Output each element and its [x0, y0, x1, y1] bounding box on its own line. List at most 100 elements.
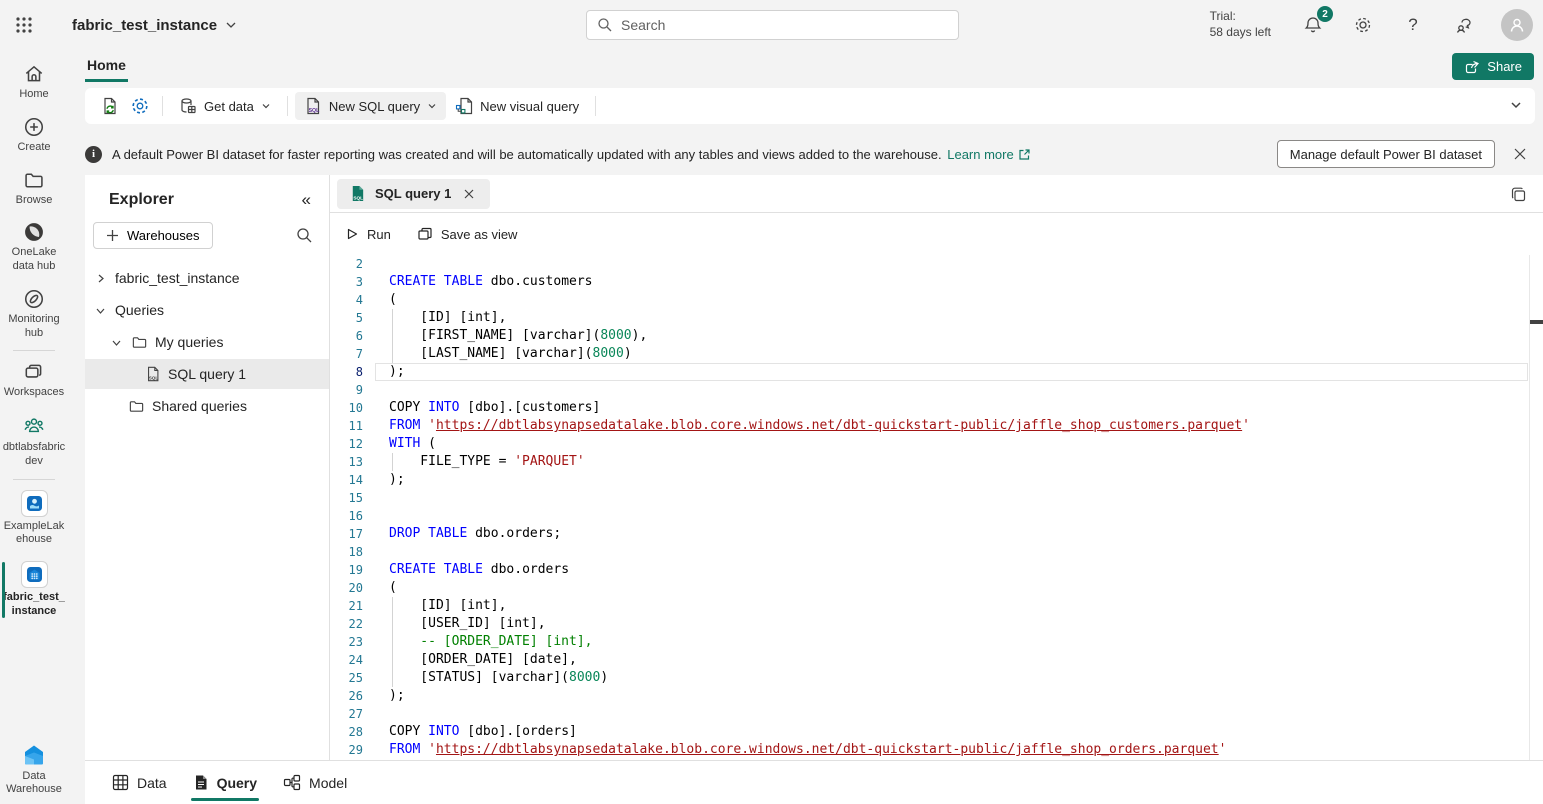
editor-scrollbar[interactable] — [1529, 255, 1543, 760]
code-line[interactable]: 26); — [330, 687, 1543, 705]
code-line[interactable]: 18 — [330, 543, 1543, 561]
code-line[interactable]: 29FROM 'https://dbtlabsynapsedatalake.bl… — [330, 741, 1543, 759]
sidebar-item-create[interactable]: Create — [0, 109, 68, 162]
sidebar-item-onelake-data-hub[interactable]: OneLake data hub — [0, 214, 68, 281]
code-line[interactable]: 10COPY INTO [dbo].[customers] — [330, 399, 1543, 417]
code-line[interactable]: 14); — [330, 471, 1543, 489]
sidebar-item-examplelakehouse[interactable]: ExampleLakehouse — [0, 483, 68, 555]
code-editor[interactable]: 23CREATE TABLE dbo.customers4(5 [ID] [in… — [330, 255, 1543, 760]
code-line[interactable]: 11FROM 'https://dbtlabsynapsedatalake.bl… — [330, 417, 1543, 435]
workspace-switcher[interactable]: fabric_test_instance — [72, 17, 237, 34]
run-button[interactable]: Run — [345, 227, 391, 242]
banner-close-button[interactable] — [1509, 143, 1531, 165]
waffle-menu-icon[interactable] — [0, 0, 48, 50]
collapse-explorer-button[interactable]: « — [302, 190, 311, 210]
notification-badge: 2 — [1317, 6, 1333, 22]
code-line[interactable]: 15 — [330, 489, 1543, 507]
share-button[interactable]: Share — [1452, 53, 1534, 80]
code-line[interactable]: 28COPY INTO [dbo].[orders] — [330, 723, 1543, 741]
code-line[interactable]: 12WITH ( — [330, 435, 1543, 453]
get-data-button[interactable]: Get data — [170, 92, 280, 120]
code-line[interactable]: 13 FILE_TYPE = 'PARQUET' — [330, 453, 1543, 471]
tree-item-warehouse[interactable]: fabric_test_instance — [85, 263, 329, 293]
plus-circle-icon — [23, 116, 45, 138]
code-line[interactable]: 16 — [330, 507, 1543, 525]
line-number: 7 — [330, 345, 363, 363]
sidebar-item-data-warehouse[interactable]: Data Warehouse — [0, 736, 68, 804]
refresh-button[interactable] — [95, 92, 125, 120]
search-icon — [296, 227, 313, 244]
explorer-search-button[interactable] — [296, 227, 313, 244]
code-line[interactable]: 20( — [330, 579, 1543, 597]
sidebar-item-fabric-test-instance[interactable]: fabric_test_instance — [0, 554, 68, 626]
tree-item-sql-query-1[interactable]: SQL SQL query 1 — [85, 359, 329, 389]
code-line[interactable]: 17DROP TABLE dbo.orders; — [330, 525, 1543, 543]
code-line[interactable]: 21 [ID] [int], — [330, 597, 1543, 615]
collapse-ribbon-button[interactable] — [1509, 98, 1523, 112]
help-button[interactable]: ? — [1401, 13, 1425, 37]
copy-button[interactable] — [1507, 183, 1531, 207]
sidebar-item-home[interactable]: Home — [0, 56, 68, 109]
new-visual-query-button[interactable]: New visual query — [446, 92, 588, 120]
ribbon-tab-row: Home Share — [68, 50, 1543, 82]
code-line[interactable]: 2 — [330, 255, 1543, 273]
folder-icon — [128, 398, 145, 415]
model-diagram-icon — [283, 774, 301, 791]
code-line[interactable]: 3CREATE TABLE dbo.customers — [330, 273, 1543, 291]
feedback-button[interactable] — [1451, 13, 1475, 37]
save-as-view-button[interactable]: Save as view — [417, 226, 518, 242]
svg-text:SQL: SQL — [308, 108, 319, 114]
manage-dataset-button[interactable]: Manage default Power BI dataset — [1277, 140, 1495, 168]
new-sql-query-button[interactable]: SQL New SQL query — [295, 92, 446, 120]
learn-more-link[interactable]: Learn more — [947, 147, 1030, 162]
line-number: 26 — [330, 687, 363, 705]
settings-button[interactable] — [1351, 13, 1375, 37]
code-line[interactable]: 4( — [330, 291, 1543, 309]
close-tab-button[interactable] — [460, 185, 478, 203]
search-icon — [597, 17, 613, 33]
sidebar-item-dbtlabsfabricdev[interactable]: dbtlabsfabricdev — [0, 407, 68, 476]
folder-icon — [23, 169, 45, 191]
tree-item-queries[interactable]: Queries — [85, 295, 329, 325]
code-line[interactable]: 25 [STATUS] [varchar](8000) — [330, 669, 1543, 687]
explorer-title: Explorer — [109, 191, 174, 209]
rail-divider — [13, 479, 55, 480]
main-panel: Explorer « Warehouses fabric_test_instan… — [85, 175, 1543, 760]
home-icon — [23, 63, 45, 85]
tab-model[interactable]: Model — [270, 761, 360, 804]
sidebar-item-browse[interactable]: Browse — [0, 162, 68, 215]
code-line[interactable]: 19CREATE TABLE dbo.orders — [330, 561, 1543, 579]
indent-guide — [392, 327, 393, 345]
code-line[interactable]: 9 — [330, 381, 1543, 399]
code-line[interactable]: 23 -- [ORDER_DATE] [int], — [330, 633, 1543, 651]
tab-data[interactable]: Data — [99, 761, 180, 804]
chevron-down-icon — [108, 337, 124, 348]
code-line[interactable]: 5 [ID] [int], — [330, 309, 1543, 327]
code-line[interactable]: 6 [FIRST_NAME] [varchar](8000), — [330, 327, 1543, 345]
sidebar-item-workspaces[interactable]: Workspaces — [0, 354, 68, 407]
code-line[interactable]: 8); — [330, 363, 1543, 381]
workspace-people-icon — [22, 414, 46, 438]
code-line[interactable]: 22 [USER_ID] [int], — [330, 615, 1543, 633]
code-line[interactable]: 27 — [330, 705, 1543, 723]
tab-home[interactable]: Home — [85, 50, 128, 82]
sidebar-item-monitoring-hub[interactable]: Monitoring hub — [0, 281, 68, 348]
ribbon-settings-button[interactable] — [125, 92, 155, 120]
sql-file-icon: SQL — [145, 366, 161, 382]
account-avatar[interactable] — [1501, 9, 1533, 41]
trial-status[interactable]: Trial: 58 days left — [1210, 9, 1271, 40]
chevron-down-icon — [261, 101, 271, 111]
gear-icon — [1353, 15, 1373, 35]
code-line[interactable]: 7 [LAST_NAME] [varchar](8000) — [330, 345, 1543, 363]
search-input[interactable]: Search — [586, 10, 959, 40]
ribbon-divider — [287, 96, 288, 116]
add-warehouses-button[interactable]: Warehouses — [93, 222, 213, 249]
line-number: 3 — [330, 273, 363, 291]
line-number: 10 — [330, 399, 363, 417]
tab-sql-query-1[interactable]: SQL SQL query 1 — [337, 179, 490, 209]
tree-item-shared-queries[interactable]: Shared queries — [85, 391, 329, 421]
tab-query[interactable]: Query — [180, 761, 270, 804]
code-line[interactable]: 24 [ORDER_DATE] [date], — [330, 651, 1543, 669]
tree-item-my-queries[interactable]: My queries — [85, 327, 329, 357]
notifications-button[interactable]: 2 — [1301, 13, 1325, 37]
